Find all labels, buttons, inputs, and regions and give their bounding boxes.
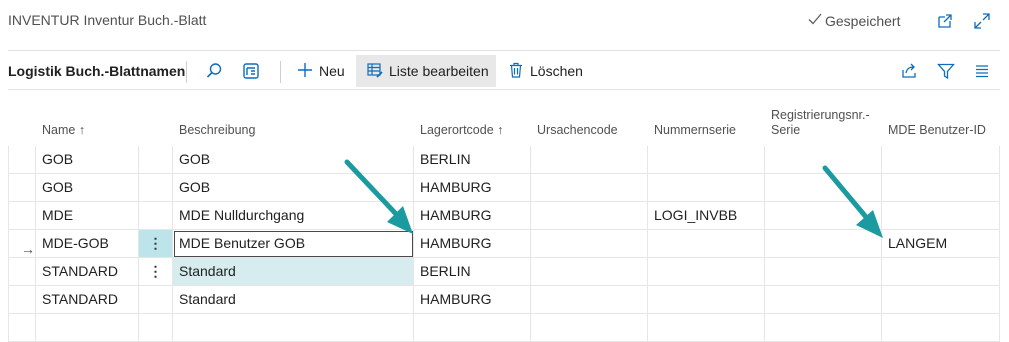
cell-reason-code[interactable] bbox=[531, 146, 648, 174]
cell-registration-series[interactable] bbox=[765, 258, 882, 286]
cell-mde-user[interactable] bbox=[882, 286, 1000, 314]
cell-name[interactable]: GOB bbox=[36, 174, 139, 202]
cell-description[interactable]: Standard bbox=[173, 258, 414, 286]
column-header-registration-series[interactable]: Registrierungsnr.-Serie bbox=[765, 90, 882, 146]
journal-batch-grid: Name ↑ Beschreibung Lagerortcode ↑ Ursac… bbox=[0, 90, 1009, 342]
cell-location[interactable]: BERLIN bbox=[414, 146, 531, 174]
open-in-new-window-icon[interactable] bbox=[934, 10, 956, 32]
saved-status: Gespeichert bbox=[808, 12, 900, 29]
row-actions-cell[interactable] bbox=[139, 286, 173, 314]
new-button[interactable]: Neu bbox=[291, 55, 351, 87]
search-icon[interactable] bbox=[203, 60, 225, 82]
edit-list-button[interactable]: Liste bearbeiten bbox=[356, 55, 496, 87]
column-header-reason-code[interactable]: Ursachencode bbox=[531, 90, 648, 146]
cell-location[interactable]: HAMBURG bbox=[414, 230, 531, 258]
row-actions-cell[interactable] bbox=[139, 174, 173, 202]
delete-button[interactable]: Löschen bbox=[502, 55, 589, 87]
plus-icon bbox=[297, 62, 313, 81]
row-selector-cell[interactable] bbox=[8, 202, 36, 230]
cell-mde-user[interactable] bbox=[882, 258, 1000, 286]
empty-cell bbox=[648, 314, 765, 342]
cell-location[interactable]: BERLIN bbox=[414, 258, 531, 286]
filter-pane-icon[interactable] bbox=[240, 60, 262, 82]
cell-name[interactable]: MDE-GOB bbox=[36, 230, 139, 258]
page-title: INVENTUR Inventur Buch.-Blatt bbox=[8, 12, 207, 28]
separator bbox=[186, 61, 187, 83]
cell-reason-code[interactable] bbox=[531, 230, 648, 258]
cell-number-series[interactable] bbox=[648, 146, 765, 174]
empty-cell bbox=[8, 314, 36, 342]
cell-name[interactable]: STANDARD bbox=[36, 286, 139, 314]
separator bbox=[280, 61, 281, 83]
cell-location[interactable]: HAMBURG bbox=[414, 174, 531, 202]
row-actions-cell[interactable] bbox=[139, 202, 173, 230]
cell-number-series[interactable] bbox=[648, 174, 765, 202]
row-selector-cell[interactable] bbox=[8, 258, 36, 286]
cell-number-series[interactable] bbox=[648, 230, 765, 258]
empty-cell bbox=[531, 314, 648, 342]
column-header-number-series[interactable]: Nummernserie bbox=[648, 90, 765, 146]
column-header-name[interactable]: Name ↑ bbox=[36, 90, 139, 146]
cell-name[interactable]: MDE bbox=[36, 202, 139, 230]
empty-cell bbox=[139, 314, 173, 342]
cell-number-series[interactable] bbox=[648, 258, 765, 286]
cell-reason-code[interactable] bbox=[531, 286, 648, 314]
cell-reason-code[interactable] bbox=[531, 258, 648, 286]
cell-name[interactable]: STANDARD bbox=[36, 258, 139, 286]
table-row[interactable]: STANDARD Standard HAMBURG bbox=[0, 286, 1000, 314]
cell-reason-code[interactable] bbox=[531, 174, 648, 202]
cell-description[interactable]: Standard bbox=[173, 286, 414, 314]
saved-label: Gespeichert bbox=[825, 12, 901, 29]
annotation-arrow-icon bbox=[822, 165, 883, 238]
row-menu-button[interactable]: ⋮ bbox=[139, 230, 173, 258]
row-selector-cell[interactable] bbox=[8, 174, 36, 202]
share-icon[interactable] bbox=[898, 60, 920, 82]
delete-button-label: Löschen bbox=[530, 63, 583, 79]
column-header-mde-user[interactable]: MDE Benutzer-ID bbox=[882, 90, 1000, 146]
column-header-location[interactable]: Lagerortcode ↑ bbox=[414, 90, 531, 146]
cell-name[interactable]: GOB bbox=[36, 146, 139, 174]
checkmark-icon bbox=[808, 12, 822, 29]
row-selector-cell[interactable]: → bbox=[8, 230, 36, 258]
cell-number-series[interactable] bbox=[648, 286, 765, 314]
new-button-label: Neu bbox=[319, 63, 345, 79]
cell-location[interactable]: HAMBURG bbox=[414, 202, 531, 230]
empty-cell bbox=[882, 314, 1000, 342]
row-indicator-icon: → bbox=[21, 241, 35, 257]
cell-reason-code[interactable] bbox=[531, 202, 648, 230]
empty-cell bbox=[414, 314, 531, 342]
empty-cell bbox=[173, 314, 414, 342]
row-actions-cell[interactable] bbox=[139, 146, 173, 174]
table-row-empty bbox=[0, 314, 1000, 342]
row-selector-cell[interactable] bbox=[8, 146, 36, 174]
expand-icon[interactable] bbox=[971, 10, 993, 32]
table-row[interactable]: STANDARD ⋮ Standard BERLIN bbox=[0, 258, 1000, 286]
annotation-arrow-icon bbox=[344, 159, 413, 234]
empty-cell bbox=[36, 314, 139, 342]
delete-icon bbox=[508, 62, 524, 81]
row-menu-button[interactable]: ⋮ bbox=[139, 258, 173, 286]
filter-icon[interactable] bbox=[935, 60, 957, 82]
column-header-description[interactable]: Beschreibung bbox=[173, 90, 414, 146]
cell-registration-series[interactable] bbox=[765, 286, 882, 314]
empty-cell bbox=[765, 314, 882, 342]
cell-number-series[interactable]: LOGI_INVBB bbox=[648, 202, 765, 230]
edit-list-label: Liste bearbeiten bbox=[389, 63, 489, 79]
list-title: Logistik Buch.-Blattnamen bbox=[8, 63, 186, 79]
cell-location[interactable]: HAMBURG bbox=[414, 286, 531, 314]
row-selector-cell[interactable] bbox=[8, 286, 36, 314]
title-bar: INVENTUR Inventur Buch.-Blatt Gespeicher… bbox=[0, 0, 1009, 44]
action-bar: Logistik Buch.-Blattnamen Neu Liste bear… bbox=[0, 51, 1009, 89]
edit-list-icon bbox=[367, 62, 383, 81]
list-view-icon[interactable] bbox=[971, 60, 993, 82]
